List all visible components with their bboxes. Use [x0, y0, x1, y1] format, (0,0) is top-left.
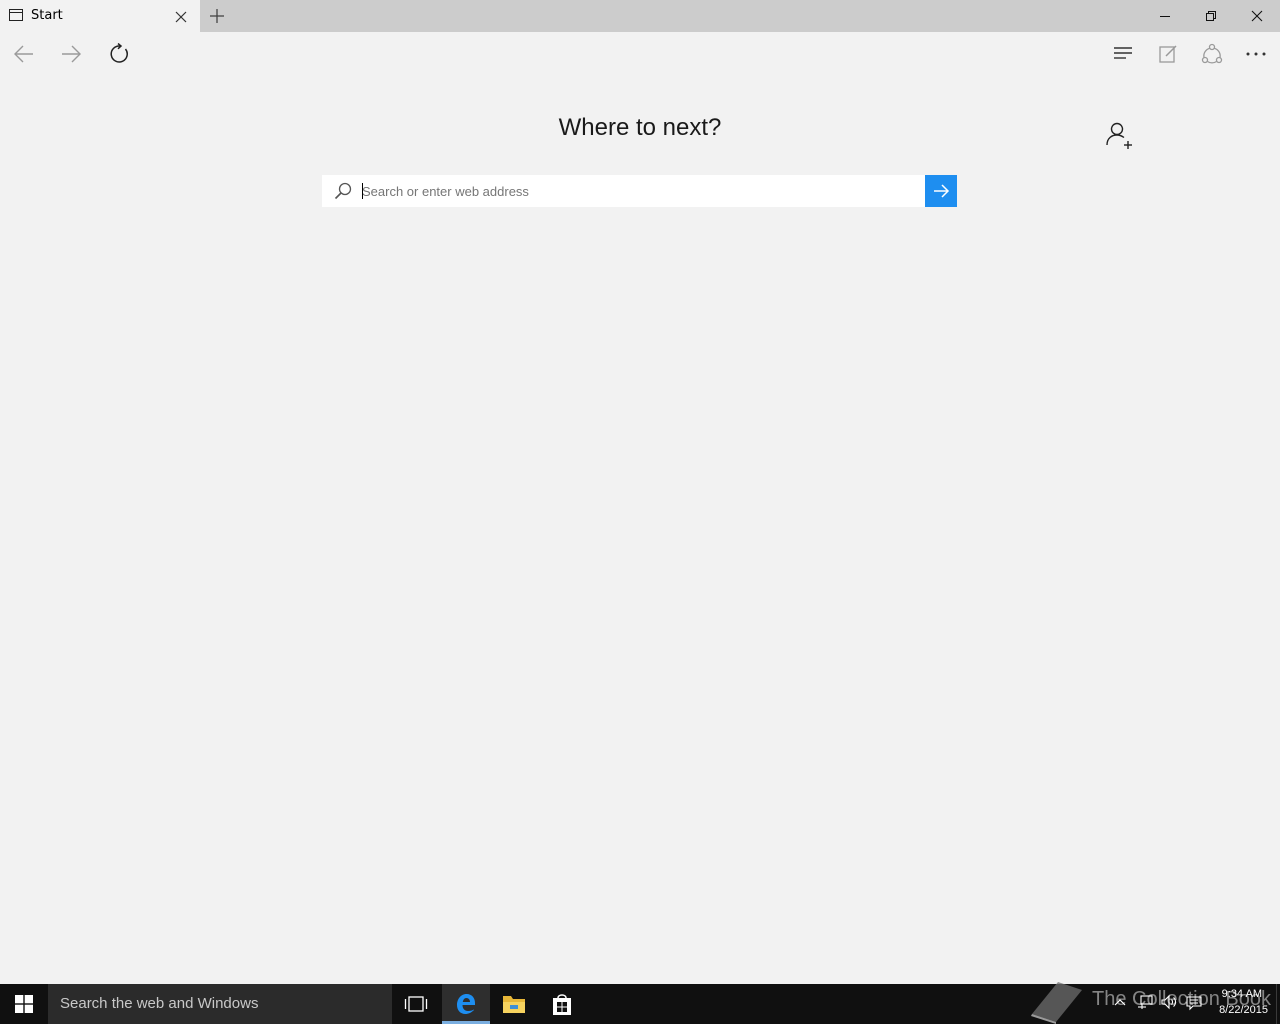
store-icon	[553, 994, 571, 1015]
minimize-icon	[1160, 16, 1170, 17]
edge-icon	[457, 994, 475, 1014]
minimize-button[interactable]	[1142, 0, 1188, 32]
book-icon	[1028, 978, 1086, 1024]
restore-icon	[1206, 11, 1216, 21]
refresh-button[interactable]	[100, 34, 140, 74]
taskbar-edge[interactable]	[442, 984, 490, 1024]
search-icon	[333, 181, 353, 201]
refresh-icon	[110, 43, 128, 63]
add-user-button[interactable]	[1104, 120, 1136, 152]
page-title: Where to next?	[558, 114, 722, 141]
start-button[interactable]	[0, 984, 48, 1024]
tab-close-icon[interactable]	[172, 8, 190, 26]
task-view-button[interactable]	[392, 984, 440, 1024]
forward-arrow-icon	[62, 45, 81, 63]
tab-start[interactable]: Start	[0, 0, 200, 32]
share-icon	[1201, 43, 1223, 64]
web-note-button[interactable]	[1148, 34, 1188, 74]
volume-icon[interactable]	[1160, 994, 1178, 1010]
share-button[interactable]	[1192, 34, 1232, 74]
web-note-icon	[1159, 45, 1177, 63]
windows-logo-icon	[15, 995, 33, 1013]
forward-button[interactable]	[51, 34, 91, 74]
back-button[interactable]	[4, 34, 44, 74]
more-button[interactable]	[1236, 34, 1276, 74]
network-icon[interactable]	[1136, 994, 1154, 1010]
taskbar-file-explorer[interactable]	[490, 984, 538, 1024]
clock-date[interactable]: 8/22/2015	[1200, 1004, 1268, 1016]
hub-button[interactable]	[1103, 34, 1143, 74]
page-icon	[9, 9, 23, 21]
more-icon	[1246, 52, 1266, 56]
navigation-toolbar	[0, 32, 1280, 76]
close-window-button[interactable]	[1234, 0, 1280, 32]
file-explorer-icon	[503, 996, 525, 1013]
close-icon	[1251, 10, 1263, 22]
task-view-icon	[404, 996, 428, 1012]
hub-icon	[1114, 47, 1132, 59]
go-button[interactable]	[925, 175, 957, 207]
back-arrow-icon	[14, 45, 33, 63]
restore-button[interactable]	[1188, 0, 1234, 32]
new-tab-button[interactable]	[206, 6, 228, 26]
plus-icon	[210, 9, 224, 23]
chevron-up-icon[interactable]	[1112, 994, 1128, 1010]
taskbar-search-text: Search the web and Windows	[60, 995, 259, 1012]
address-search-input[interactable]	[360, 175, 924, 207]
tab-title: Start	[31, 8, 63, 23]
add-user-icon	[1106, 122, 1132, 149]
text-caret	[362, 183, 363, 199]
arrow-right-icon	[934, 184, 950, 198]
clock-time[interactable]: 9:34 AM	[1200, 988, 1262, 1000]
taskbar-store[interactable]	[538, 984, 586, 1024]
show-desktop-button[interactable]	[1276, 984, 1280, 1024]
